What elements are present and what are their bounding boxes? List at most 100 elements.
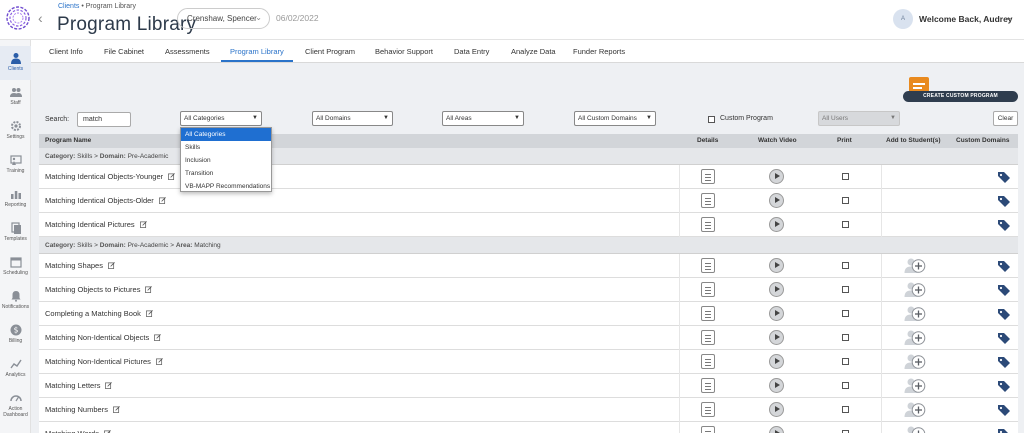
sidebar-item-billing[interactable]: $ Billing: [0, 318, 31, 352]
sidebar-item-scheduling[interactable]: Scheduling: [0, 250, 31, 284]
areas-select[interactable]: All Areas ▼: [442, 111, 524, 126]
domains-select[interactable]: All Domains ▼: [312, 111, 393, 126]
dropdown-option-skills[interactable]: Skills: [181, 141, 271, 154]
print-checkbox[interactable]: [842, 197, 849, 204]
program-name-text[interactable]: Matching Identical Objects-Younger: [45, 172, 163, 181]
program-name[interactable]: Matching Non-Identical Pictures: [45, 357, 163, 366]
program-name-text[interactable]: Matching Identical Objects-Older: [45, 196, 154, 205]
program-name-text[interactable]: Matching Letters: [45, 381, 100, 390]
edit-icon[interactable]: [113, 406, 120, 413]
print-checkbox[interactable]: [842, 310, 849, 317]
details-document-icon[interactable]: [701, 306, 715, 321]
details-document-icon[interactable]: [701, 426, 715, 433]
program-name[interactable]: Matching Shapes: [45, 261, 115, 270]
program-name[interactable]: Matching Objects to Pictures: [45, 285, 153, 294]
program-name-text[interactable]: Completing a Matching Book: [45, 309, 141, 318]
edit-icon[interactable]: [145, 286, 153, 293]
details-document-icon[interactable]: [701, 169, 715, 184]
play-video-icon[interactable]: [769, 378, 784, 393]
tag-icon[interactable]: [997, 356, 1011, 369]
add-student-icon[interactable]: [904, 353, 926, 370]
welcome-text[interactable]: Welcome Back, Audrey: [919, 14, 1013, 24]
details-document-icon[interactable]: [701, 354, 715, 369]
program-name[interactable]: Matching Letters: [45, 381, 113, 390]
play-video-icon[interactable]: [769, 193, 784, 208]
play-video-icon[interactable]: [769, 354, 784, 369]
program-name[interactable]: Matching Numbers: [45, 405, 120, 414]
program-name[interactable]: Completing a Matching Book: [45, 309, 153, 318]
program-name-text[interactable]: Matching Objects to Pictures: [45, 285, 140, 294]
category-select[interactable]: All Categories ▼: [180, 111, 262, 126]
dropdown-option-inclusion[interactable]: Inclusion: [181, 154, 271, 167]
details-document-icon[interactable]: [701, 258, 715, 273]
add-student-icon[interactable]: [904, 425, 926, 433]
details-document-icon[interactable]: [701, 402, 715, 417]
print-checkbox[interactable]: [842, 406, 849, 413]
tag-icon[interactable]: [997, 260, 1011, 273]
edit-icon[interactable]: [155, 358, 163, 365]
print-checkbox[interactable]: [842, 382, 849, 389]
program-name-text[interactable]: Matching Shapes: [45, 261, 103, 270]
dropdown-option-all-categories[interactable]: All Categories: [181, 128, 271, 141]
print-checkbox[interactable]: [842, 173, 849, 180]
play-video-icon[interactable]: [769, 217, 784, 232]
tab-data-entry[interactable]: Data Entry: [454, 47, 489, 56]
program-name[interactable]: Matching Words: [45, 429, 111, 433]
sidebar-item-staff[interactable]: Staff: [0, 80, 31, 114]
details-document-icon[interactable]: [701, 378, 715, 393]
edit-icon[interactable]: [139, 221, 147, 228]
print-checkbox[interactable]: [842, 334, 849, 341]
play-video-icon[interactable]: [769, 258, 784, 273]
program-name[interactable]: Matching Identical Objects-Younger: [45, 172, 175, 181]
print-checkbox[interactable]: [842, 286, 849, 293]
edit-icon[interactable]: [168, 173, 175, 180]
dropdown-option-vb-mapp[interactable]: VB-MAPP Recommendations: [181, 180, 271, 193]
sidebar-item-notifications[interactable]: Notifications: [0, 284, 31, 318]
program-name-text[interactable]: Matching Non-Identical Pictures: [45, 357, 151, 366]
tab-behavior-support[interactable]: Behavior Support: [375, 47, 433, 56]
program-name[interactable]: Matching Identical Objects-Older: [45, 196, 166, 205]
play-video-icon[interactable]: [769, 426, 784, 433]
tag-icon[interactable]: [997, 195, 1011, 208]
details-document-icon[interactable]: [701, 217, 715, 232]
add-student-icon[interactable]: [904, 401, 926, 418]
program-name[interactable]: Matching Non-Identical Objects: [45, 333, 162, 342]
add-student-icon[interactable]: [904, 377, 926, 394]
edit-icon[interactable]: [145, 310, 153, 317]
client-select[interactable]: Crenshaw, Spencer ⌄: [177, 8, 270, 29]
details-document-icon[interactable]: [701, 330, 715, 345]
dropdown-option-transition[interactable]: Transition: [181, 167, 271, 180]
tag-icon[interactable]: [997, 219, 1011, 232]
breadcrumb-clients-link[interactable]: Clients: [58, 3, 79, 10]
search-input[interactable]: [77, 112, 131, 127]
create-custom-program-button[interactable]: CREATE CUSTOM PROGRAM: [903, 91, 1018, 102]
avatar[interactable]: A: [893, 9, 913, 29]
tab-client-program[interactable]: Client Program: [305, 47, 355, 56]
column-header-program-name[interactable]: Program Name: [45, 137, 91, 144]
add-student-icon[interactable]: [904, 257, 926, 274]
add-student-icon[interactable]: [904, 305, 926, 322]
program-name-text[interactable]: Matching Words: [45, 429, 99, 433]
tab-analyze-data[interactable]: Analyze Data: [511, 47, 556, 56]
print-checkbox[interactable]: [842, 221, 849, 228]
user-menu-chevron-icon[interactable]: ⌄: [1005, 12, 1013, 23]
program-name-text[interactable]: Matching Identical Pictures: [45, 220, 135, 229]
print-checkbox[interactable]: [842, 262, 849, 269]
play-video-icon[interactable]: [769, 306, 784, 321]
tag-icon[interactable]: [997, 308, 1011, 321]
print-checkbox[interactable]: [842, 358, 849, 365]
tab-program-library[interactable]: Program Library: [230, 47, 284, 56]
play-video-icon[interactable]: [769, 282, 784, 297]
program-name-text[interactable]: Matching Numbers: [45, 405, 108, 414]
program-name[interactable]: Matching Identical Pictures: [45, 220, 147, 229]
tag-icon[interactable]: [997, 284, 1011, 297]
back-chevron-icon[interactable]: ‹: [38, 10, 43, 26]
play-video-icon[interactable]: [769, 330, 784, 345]
edit-icon[interactable]: [154, 334, 162, 341]
details-document-icon[interactable]: [701, 193, 715, 208]
play-video-icon[interactable]: [769, 169, 784, 184]
edit-icon[interactable]: [105, 382, 113, 389]
sidebar-item-settings[interactable]: Settings: [0, 114, 31, 148]
edit-icon[interactable]: [158, 197, 166, 204]
sidebar-item-templates[interactable]: Templates: [0, 216, 31, 250]
